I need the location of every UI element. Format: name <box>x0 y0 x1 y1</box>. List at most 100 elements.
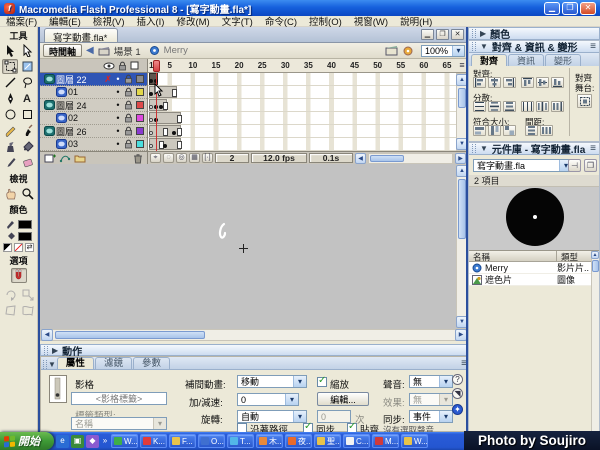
panel-gripper[interactable] <box>44 345 48 355</box>
frame-row[interactable] <box>148 112 456 125</box>
tween-select[interactable]: 移動 <box>237 375 307 388</box>
tab-filters[interactable]: 濾鏡 <box>94 357 132 369</box>
match-both-button[interactable] <box>503 125 516 136</box>
frame-label-input[interactable]: <影格標籤> <box>71 392 167 405</box>
distribute-vcenter-button[interactable] <box>488 101 501 112</box>
ease-input[interactable]: 0 <box>237 393 299 406</box>
distribute-bottom-button[interactable] <box>503 101 516 112</box>
outline-color-swatch[interactable] <box>136 75 144 83</box>
hand-tool[interactable] <box>2 186 18 201</box>
line-tool[interactable] <box>2 75 18 90</box>
close-button[interactable]: ✕ <box>580 1 596 15</box>
tab-transform[interactable]: 變形 <box>545 54 582 66</box>
doc-minimize-button[interactable]: ▁ <box>421 29 434 40</box>
task-button-7[interactable]: 聖... <box>314 434 341 448</box>
task-button-0[interactable]: W... <box>111 434 138 448</box>
collapse-arrow-icon[interactable]: ▼ <box>48 360 56 369</box>
brush-tool[interactable] <box>19 123 35 138</box>
outline-color-swatch[interactable] <box>136 88 144 96</box>
back-arrow-icon[interactable]: ◀ <box>86 45 94 56</box>
collapse-arrow-icon[interactable]: ▶ <box>52 346 58 355</box>
delete-layer-trash-icon[interactable] <box>133 153 143 164</box>
distribute-top-button[interactable] <box>473 101 486 112</box>
lock-toggle[interactable] <box>123 87 133 97</box>
fill-color-swatch[interactable] <box>17 231 32 241</box>
collapse-arrow-icon[interactable]: ▶ <box>480 29 486 38</box>
menu-file[interactable]: 檔案(F) <box>0 14 43 28</box>
stage-hscrollbar[interactable]: ◀ ▶ <box>40 329 468 341</box>
library-document-select[interactable]: 寫字動畫.fla <box>473 159 573 172</box>
timeline-layer-row[interactable]: 02 • <box>40 112 147 125</box>
menu-window[interactable]: 視窗(W) <box>348 14 394 28</box>
timeline-layer-row[interactable]: 03 • <box>40 138 147 151</box>
library-panel-header[interactable]: ▼ 元件庫 - 寫字動畫.fla ≡ <box>469 143 599 156</box>
panel-gripper[interactable] <box>472 144 476 153</box>
info-icon[interactable]: ✦ <box>452 404 463 415</box>
align-left-button[interactable] <box>473 77 486 88</box>
visibility-dot[interactable]: • <box>113 139 123 149</box>
scroll-thumb[interactable] <box>458 179 466 239</box>
menu-modify[interactable]: 修改(M) <box>170 14 215 28</box>
panel-gripper[interactable] <box>43 360 47 369</box>
timeline-layer-row[interactable]: 01 • <box>40 86 147 99</box>
default-colors-button[interactable] <box>3 243 12 252</box>
tab-properties[interactable]: 屬性 <box>56 357 94 369</box>
gradient-transform-tool[interactable] <box>19 59 35 74</box>
task-button-3[interactable]: O... <box>198 434 225 448</box>
swap-colors-button[interactable]: ⇄ <box>25 243 34 252</box>
match-width-button[interactable] <box>473 125 486 136</box>
center-frame-icon[interactable]: ⌖ <box>150 153 161 163</box>
stage-pasteboard[interactable] <box>40 164 456 329</box>
distribute-right-button[interactable] <box>551 101 564 112</box>
minimize-button[interactable]: ▁ <box>544 1 560 15</box>
scale-checkbox[interactable] <box>317 375 327 387</box>
lock-all-icon[interactable] <box>118 61 127 71</box>
quicklaunch-desktop-icon[interactable]: ▣ <box>71 434 84 448</box>
eraser-tool[interactable] <box>19 155 35 170</box>
pin-library-icon[interactable]: ⊣ <box>568 159 581 172</box>
frame-row[interactable] <box>148 125 456 138</box>
tab-parameters[interactable]: 參數 <box>132 357 170 369</box>
task-button-2[interactable]: F... <box>169 434 196 448</box>
scroll-thumb[interactable] <box>55 331 205 339</box>
quicklaunch-app-icon[interactable]: ◆ <box>86 434 99 448</box>
align-panel-header[interactable]: ▼ 對齊 & 資訊 & 變形 ≡ <box>469 41 599 54</box>
sound-sync-select[interactable]: 事件 <box>409 410 453 423</box>
collapse-arrow-icon[interactable]: ▼ <box>480 42 488 51</box>
scroll-right-icon[interactable]: ▶ <box>455 152 466 164</box>
task-button-6[interactable]: 夜... <box>285 434 312 448</box>
space-horizontal-button[interactable] <box>540 125 553 136</box>
frame-rate-indicator[interactable]: 12.0 fps <box>251 153 307 163</box>
edit-symbol-icon[interactable] <box>402 45 415 56</box>
quicklaunch-ie-icon[interactable]: e <box>56 434 69 448</box>
frame-row[interactable] <box>148 86 456 99</box>
collapse-arrow-icon[interactable]: ▼ <box>480 144 488 153</box>
effect-select[interactable]: 無 <box>409 393 453 406</box>
onion-skin-icon[interactable]: ◌ <box>163 153 174 163</box>
stroke-color-swatch[interactable] <box>17 219 32 229</box>
visibility-dot[interactable]: • <box>113 113 123 123</box>
edit-ease-button[interactable]: 編輯... <box>317 392 369 406</box>
distort-option[interactable] <box>2 303 18 318</box>
timeline-layer-row[interactable]: 圖層 26 • <box>40 125 147 138</box>
task-button-9[interactable]: M... <box>372 434 399 448</box>
visibility-dot[interactable]: • <box>113 87 123 97</box>
scale-option[interactable] <box>19 287 35 302</box>
task-button-4[interactable]: T... <box>227 434 254 448</box>
library-item-row[interactable]: 遮色片 圖像 <box>469 274 591 286</box>
align-top-button[interactable] <box>521 77 534 88</box>
add-folder-icon[interactable] <box>74 153 86 163</box>
align-right-button[interactable] <box>503 77 516 88</box>
lock-toggle[interactable] <box>123 113 133 123</box>
task-button-5[interactable]: 木... <box>256 434 283 448</box>
modify-onion-markers-icon[interactable]: [·] <box>202 153 213 163</box>
frame-row[interactable] <box>148 138 456 151</box>
panel-menu-icon[interactable]: ≡ <box>590 143 596 154</box>
label-type-select[interactable]: 名稱 <box>71 417 167 430</box>
space-vertical-button[interactable] <box>525 125 538 136</box>
selection-tool[interactable] <box>2 43 18 58</box>
task-button-1[interactable]: K... <box>140 434 167 448</box>
frame-row[interactable] <box>148 73 456 86</box>
panel-gripper[interactable] <box>472 42 476 51</box>
outline-color-swatch[interactable] <box>136 140 144 148</box>
